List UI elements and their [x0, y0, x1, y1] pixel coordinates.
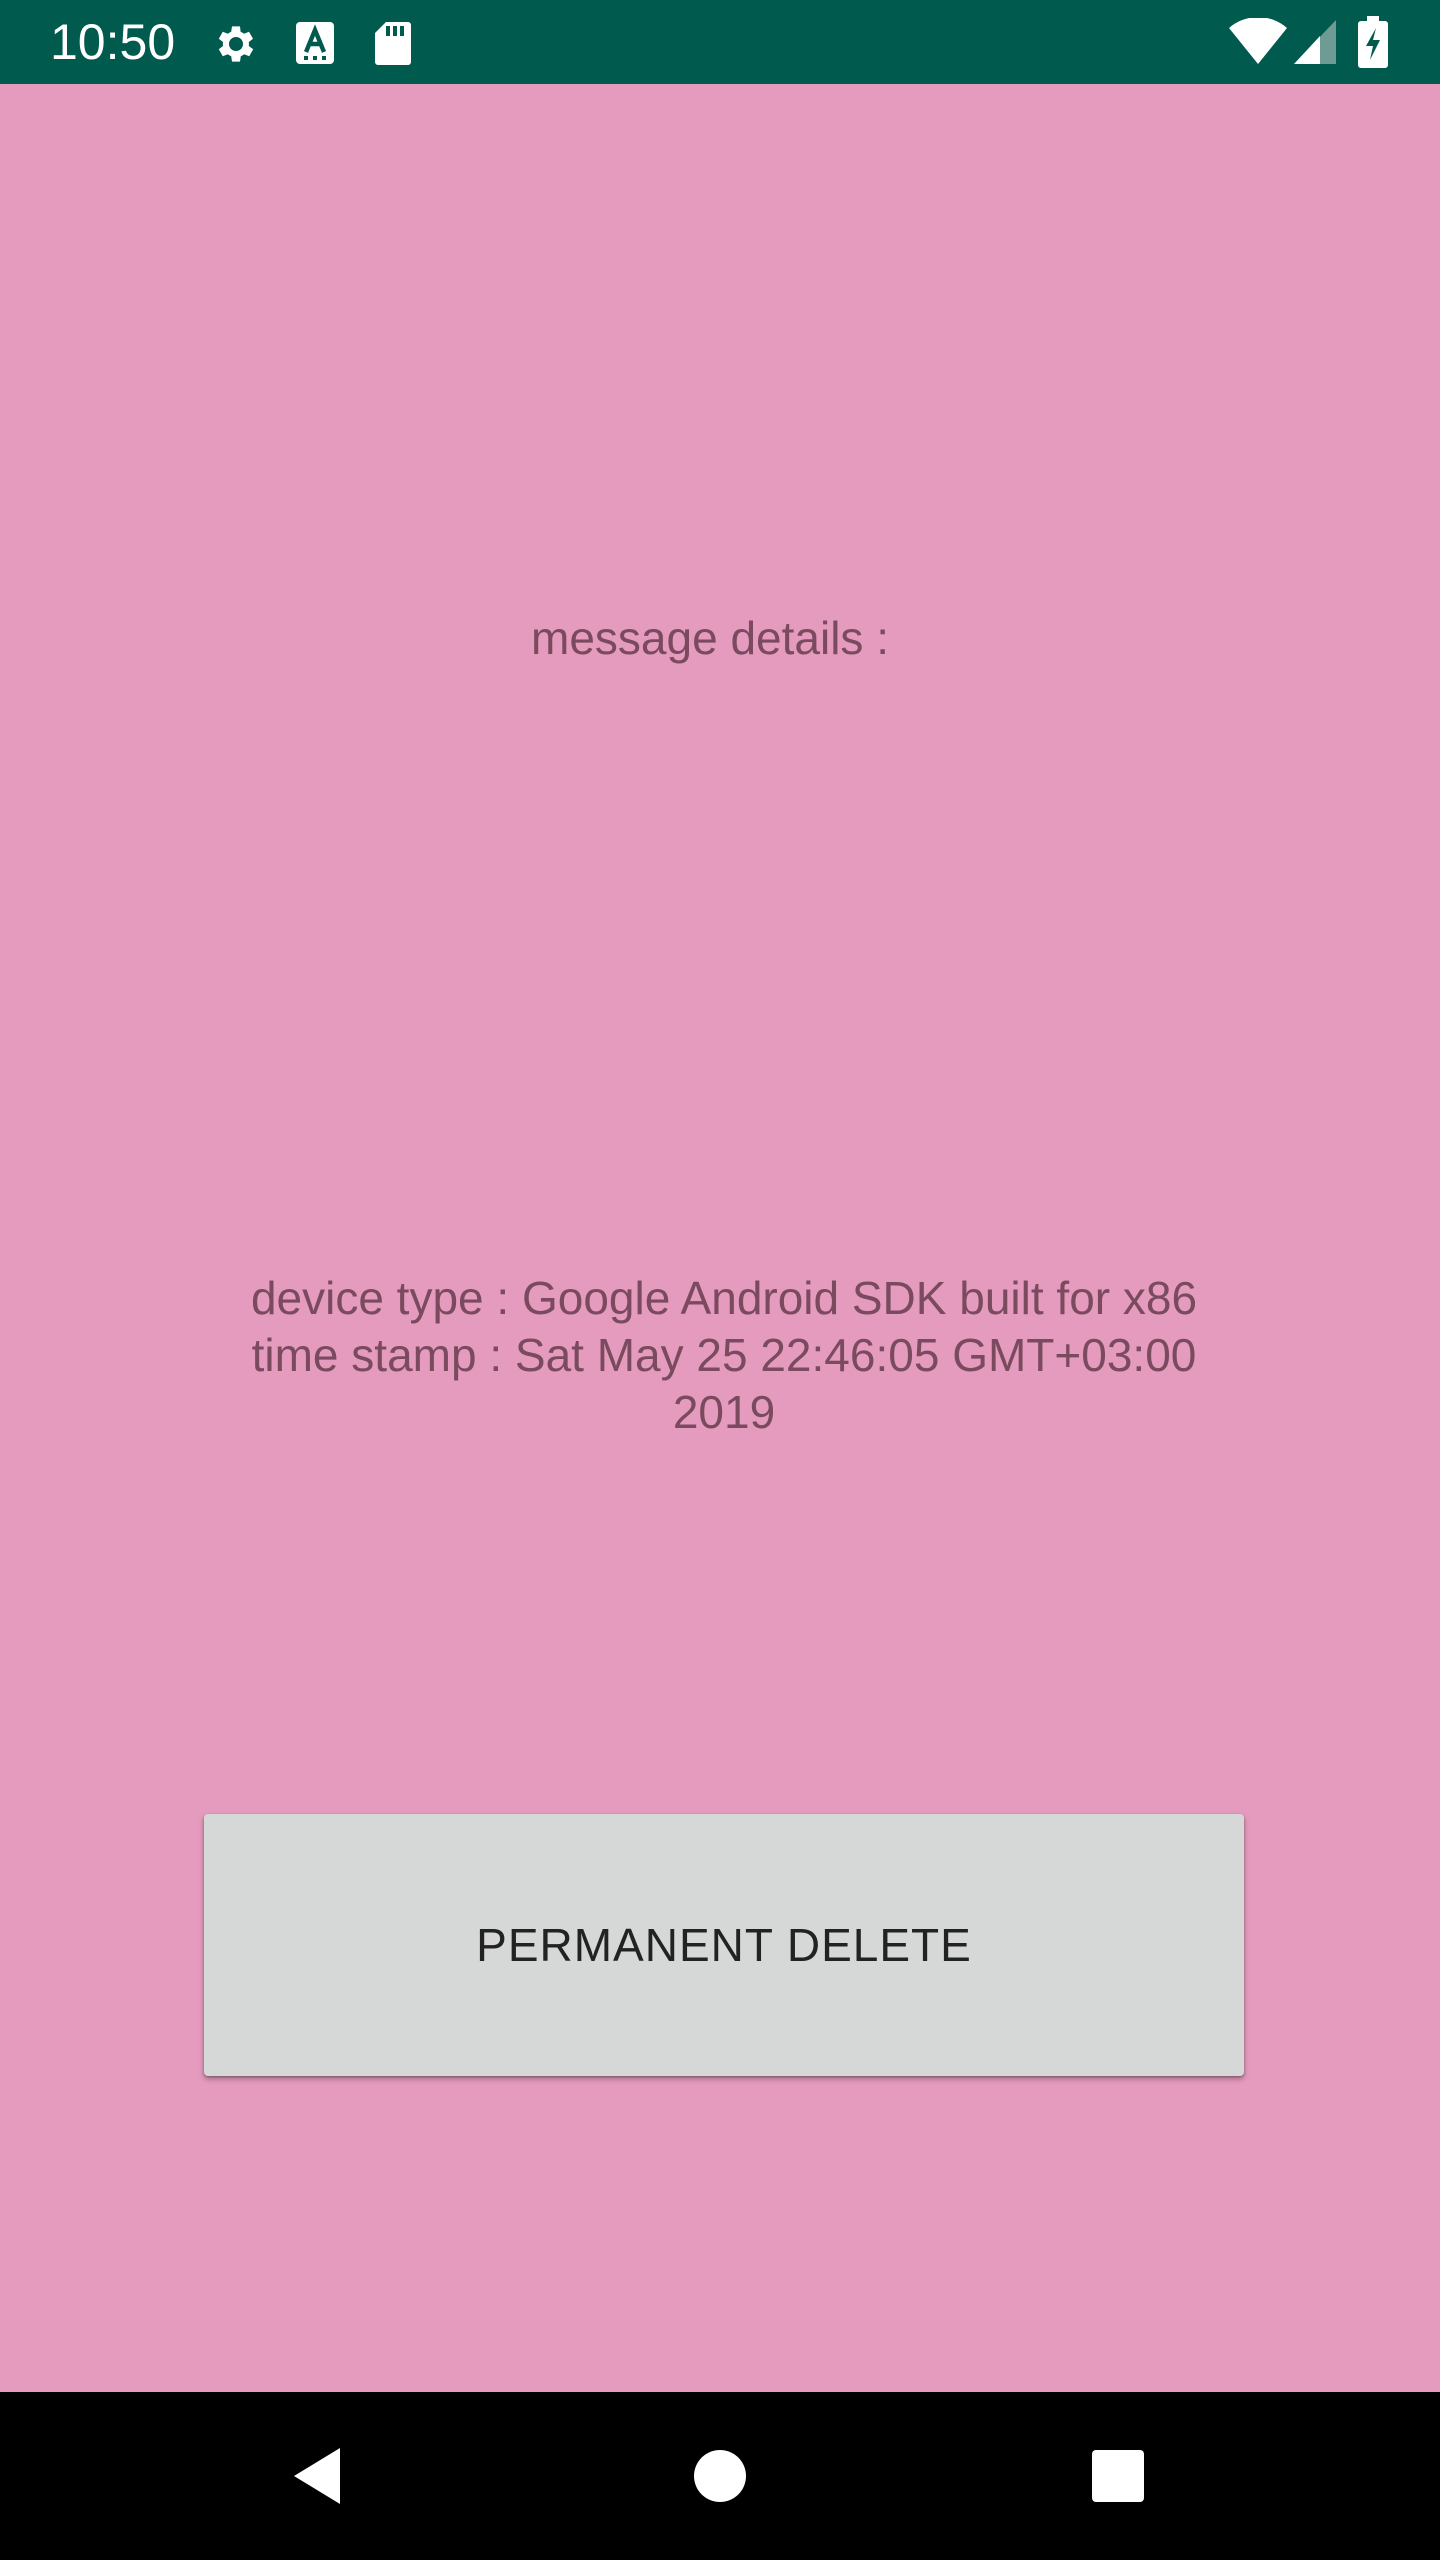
permanent-delete-button[interactable]: PERMANENT DELETE — [204, 1814, 1244, 2076]
sd-card-icon — [375, 22, 411, 65]
back-button[interactable] — [278, 2436, 358, 2516]
back-icon — [294, 2448, 340, 2504]
home-icon — [694, 2450, 746, 2502]
recents-button[interactable] — [1078, 2436, 1158, 2516]
message-detail-screen: message details : device type : Google A… — [0, 84, 1440, 2392]
recents-icon — [1092, 2450, 1144, 2502]
status-time: 10:50 — [50, 14, 176, 70]
cell-signal-icon — [1294, 20, 1336, 64]
keyboard-a-icon — [296, 22, 334, 64]
message-details-label: message details : — [531, 612, 889, 664]
device-type-text: device type : Google Android SDK built f… — [250, 1272, 1198, 1324]
timestamp-text: time stamp : Sat May 25 22:46:05 GMT+03:… — [251, 1329, 1210, 1438]
battery-charging-icon — [1358, 16, 1388, 68]
message-details-block: device type : Google Android SDK built f… — [200, 1270, 1248, 1441]
status-bar: 10:50 — [0, 0, 1440, 84]
navigation-bar — [0, 2392, 1440, 2560]
home-button[interactable] — [680, 2436, 760, 2516]
wifi-icon — [1229, 18, 1287, 64]
gear-icon — [218, 26, 254, 62]
